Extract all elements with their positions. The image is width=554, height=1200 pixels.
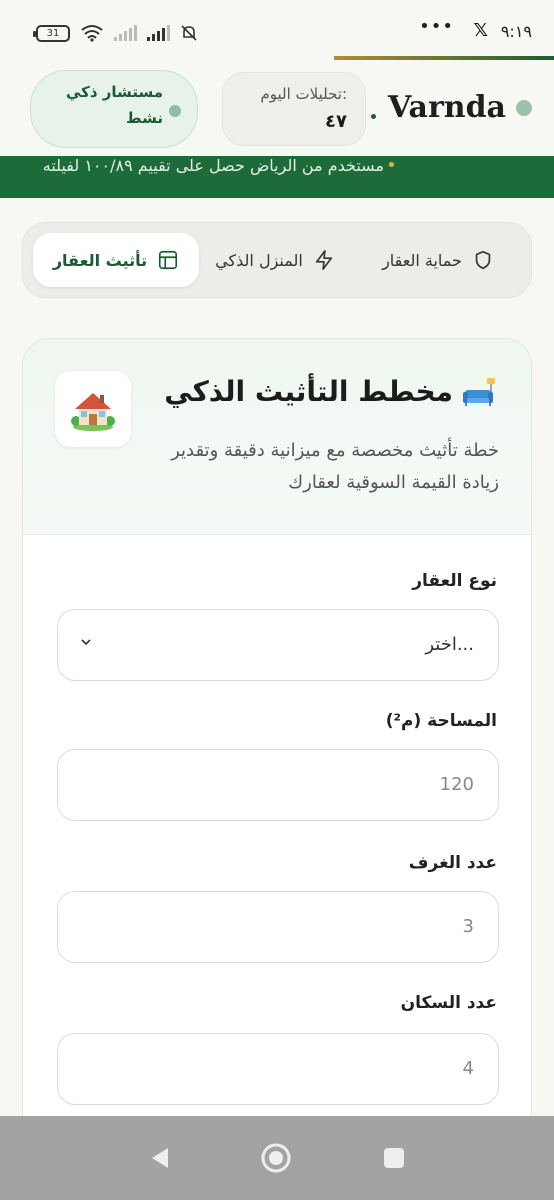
wifi-icon (81, 25, 103, 42)
tab-label: تأثيث العقار (52, 250, 148, 270)
card-title: مخطط التأثيث الذكي (164, 375, 499, 408)
header-accent-line (334, 56, 554, 60)
analytics-pill: تحليلات اليوم: ٤٧ (222, 72, 366, 146)
battery-level: 31 (46, 27, 60, 39)
residents-input[interactable]: 4 (57, 1033, 499, 1105)
furnishing-planner-card: مخطط التأثيث الذكي خطة تأثيث مخصصة مع مي… (22, 338, 532, 1138)
house-icon (71, 393, 115, 431)
recents-button[interactable] (378, 1142, 410, 1174)
brand-dot-icon (516, 99, 532, 116)
analytics-value: ٤٧ (325, 111, 347, 132)
card-header: مخطط التأثيث الذكي خطة تأثيث مخصصة مع مي… (23, 339, 531, 535)
brand-name: Varnda (388, 90, 506, 125)
analytics-label: تحليلات اليوم: (260, 85, 347, 103)
x-app-icon: 𝕏 (473, 20, 488, 41)
area-placeholder: 120 (439, 774, 474, 795)
residents-label: عدد السكان (400, 993, 497, 1013)
recents-square-icon (384, 1148, 404, 1168)
signal-icon-sim1 (114, 25, 137, 41)
tab-smart-home[interactable]: المنزل الذكي (195, 233, 355, 287)
home-circle-icon (261, 1143, 291, 1173)
back-triangle-icon (152, 1148, 168, 1168)
app-header: Varnda تحليلات اليوم: ٤٧ مستشار ذكي نشط (0, 62, 554, 158)
chevron-down-icon (81, 639, 91, 646)
status-dot-icon (169, 105, 181, 117)
clock: ٩:١٩ (500, 22, 532, 41)
tab-label: حماية العقار (382, 250, 462, 270)
signal-icon-sim2 (147, 25, 170, 41)
tab-furnishing[interactable]: تأثيث العقار (33, 233, 199, 287)
system-nav-bar (0, 1116, 554, 1200)
tab-property-protection[interactable]: حماية العقار (363, 233, 513, 287)
ticker-text: مستخدم من الرياض حصل على تقييم ١٠٠/٨٩ لف… (42, 156, 384, 175)
rooms-label: عدد الغرف (408, 853, 497, 873)
rooms-input[interactable]: 3 (57, 891, 499, 963)
property-type-label: نوع العقار (412, 571, 497, 591)
shield-icon (475, 250, 491, 270)
advisor-status: نشط (126, 109, 163, 127)
brand-logo[interactable]: Varnda (388, 90, 532, 125)
battery-icon: 31 (33, 24, 70, 42)
card-title-text: مخطط التأثيث الذكي (164, 375, 453, 408)
status-icons-left: 31 (33, 24, 198, 42)
sofa-icon (463, 377, 495, 406)
brand-separator-dot (371, 114, 376, 119)
house-icon-box (55, 371, 131, 447)
mute-bell-icon (181, 25, 197, 41)
layout-icon (159, 250, 178, 270)
ticker-bullet-icon (389, 162, 394, 167)
tab-label: المنزل الذكي (215, 250, 303, 270)
bolt-icon (315, 250, 332, 270)
area-input[interactable]: 120 (57, 749, 499, 821)
activity-ticker: مستخدم من الرياض حصل على تقييم ١٠٠/٨٩ لف… (0, 156, 554, 198)
property-type-select[interactable]: اختر... (57, 609, 499, 681)
advisor-title: مستشار ذكي (65, 83, 163, 101)
back-button[interactable] (144, 1142, 176, 1174)
home-button[interactable] (260, 1142, 292, 1174)
feature-tabs: حماية العقار المنزل الذكي تأثيث العقار (22, 222, 532, 298)
area-label: المساحة (م²) (385, 711, 497, 731)
card-description: خطة تأثيث مخصصة مع ميزانية دقيقة وتقدير … (171, 440, 499, 493)
status-bar: 31 ••• 𝕏 ٩:١٩ (0, 0, 554, 62)
property-type-value: اختر... (425, 634, 474, 655)
residents-placeholder: 4 (462, 1058, 474, 1079)
rooms-placeholder: 3 (462, 916, 474, 937)
more-notifications-icon: ••• (419, 16, 454, 37)
smart-advisor-button[interactable]: مستشار ذكي نشط (30, 70, 198, 148)
